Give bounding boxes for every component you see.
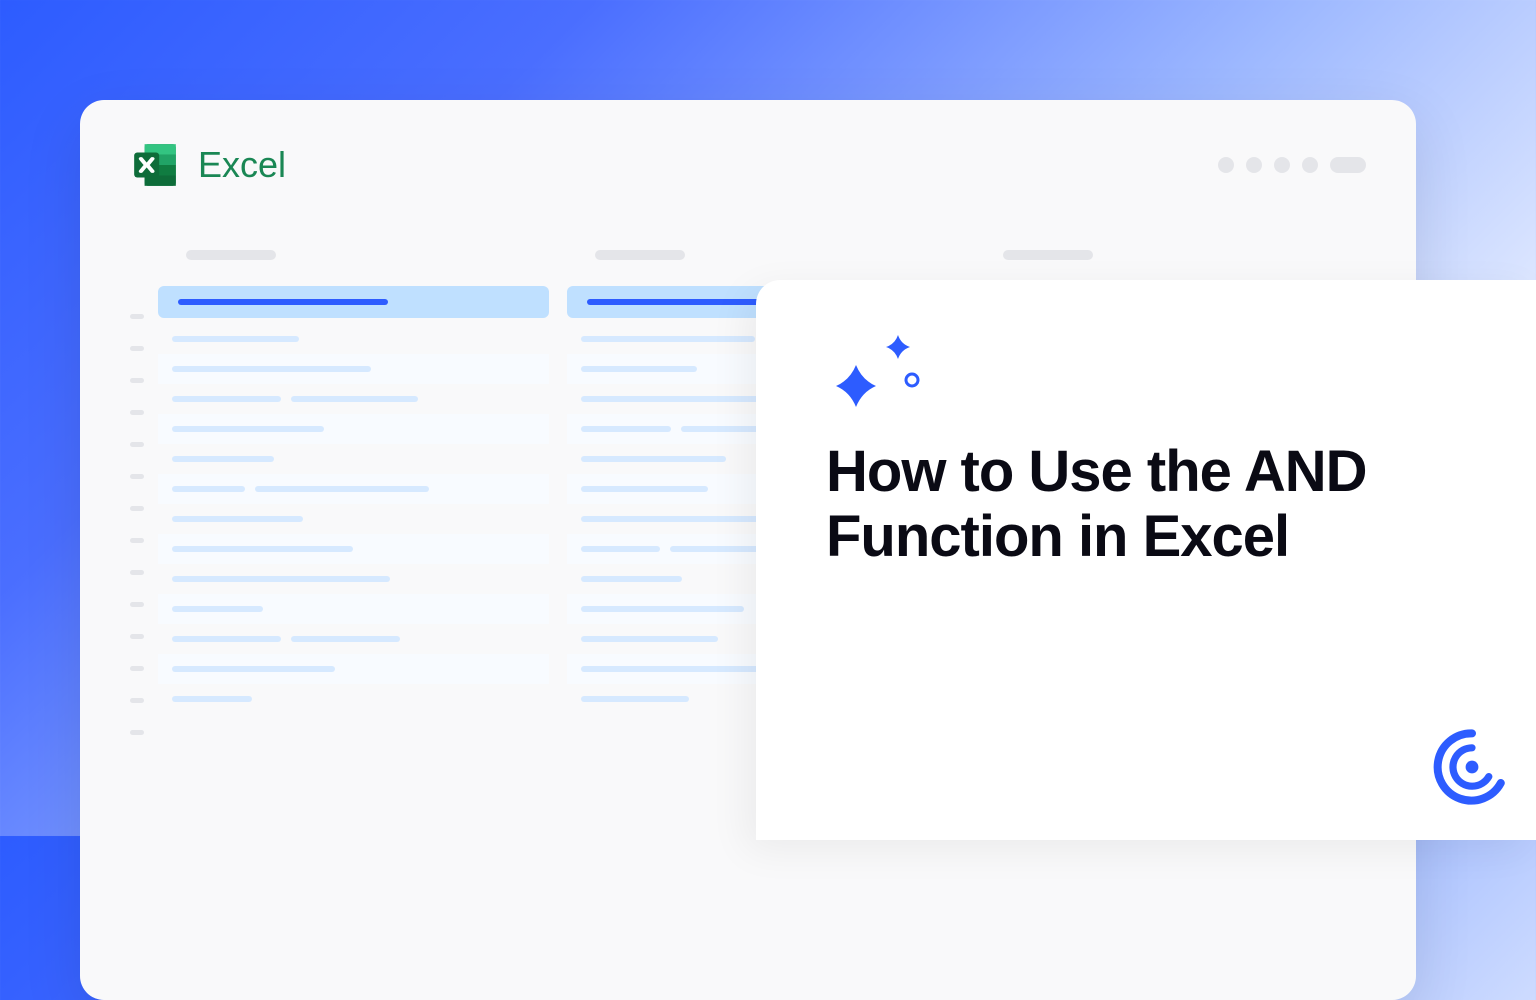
excel-icon [130, 140, 180, 190]
header-cell [158, 286, 549, 318]
app-brand: Excel [130, 140, 286, 190]
window-control-dot [1246, 157, 1262, 173]
row-gutter [130, 250, 150, 748]
cell [158, 624, 549, 654]
title-card: How to Use the AND Function in Excel [756, 280, 1536, 840]
column [158, 250, 549, 748]
window-controls [1218, 157, 1366, 173]
cell [158, 654, 549, 684]
card-title: How to Use the AND Function in Excel [826, 440, 1466, 570]
cell [158, 354, 549, 384]
window-control-dot [1274, 157, 1290, 173]
cell [158, 384, 549, 414]
column-label [595, 250, 958, 264]
app-name: Excel [198, 144, 286, 186]
window-control-dot [1218, 157, 1234, 173]
cell [158, 594, 549, 624]
cell [158, 684, 549, 714]
column-label [1003, 250, 1366, 264]
cell [158, 414, 549, 444]
cell [158, 534, 549, 564]
window-control-dot [1302, 157, 1318, 173]
cell [158, 324, 549, 354]
sparkle-icon [826, 330, 1466, 410]
app-header: Excel [130, 140, 1366, 190]
cell [158, 564, 549, 594]
brand-c-icon [1432, 727, 1512, 812]
window-control-pill [1330, 157, 1366, 173]
column-label [186, 250, 549, 264]
cell [158, 504, 549, 534]
cell [158, 474, 549, 504]
cell [158, 444, 549, 474]
